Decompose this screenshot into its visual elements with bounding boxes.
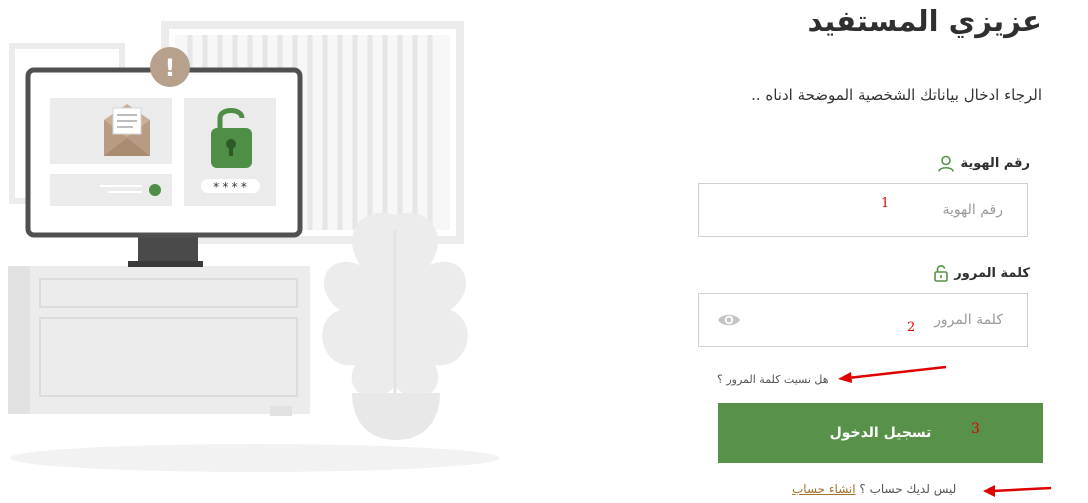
login-illustration: **** ! xyxy=(8,21,500,472)
register-prompt: ليس لديك حساب ؟ انشاء حساب xyxy=(792,482,956,496)
login-button-label: تسجيل الدخول xyxy=(829,425,932,441)
cabinet xyxy=(8,266,310,416)
annotation-arrow-register xyxy=(983,485,1052,497)
computer-monitor: **** xyxy=(25,67,303,267)
password-mask-text: **** xyxy=(213,180,250,194)
register-question: ليس لديك حساب ؟ xyxy=(859,482,957,496)
id-number-input[interactable] xyxy=(699,184,1027,236)
password-input-container xyxy=(698,293,1028,347)
password-field-label: كلمة المرور xyxy=(954,265,1030,281)
alert-badge: ! xyxy=(150,47,190,87)
unlock-icon xyxy=(934,264,949,282)
password-input[interactable] xyxy=(699,294,1027,346)
page-subtitle: الرجاء ادخال بياناتك الشخصية الموضحة ادن… xyxy=(751,86,1042,104)
annotation-step-3: 3 xyxy=(971,421,980,437)
id-input-container xyxy=(698,183,1028,237)
forgot-password-link[interactable]: هل نسيت كلمة المرور ؟ xyxy=(717,373,829,386)
create-account-link[interactable]: انشاء حساب xyxy=(792,482,856,496)
id-field-label: رقم الهوية xyxy=(960,155,1030,171)
annotation-step-1: 1 xyxy=(881,196,890,211)
alert-symbol: ! xyxy=(165,54,176,82)
floor-shadow xyxy=(10,444,500,472)
page-title: عزيزي المستفيد xyxy=(807,4,1042,38)
plant xyxy=(322,213,468,440)
annotation-step-2: 2 xyxy=(907,320,916,335)
annotation-arrow-forgot xyxy=(838,365,947,383)
id-field-label-row: رقم الهوية xyxy=(938,152,1030,174)
user-icon xyxy=(938,155,955,172)
login-button[interactable]: تسجيل الدخول xyxy=(718,403,1043,463)
password-field-label-row: كلمة المرور xyxy=(934,262,1030,284)
status-dot xyxy=(149,184,161,196)
eye-icon[interactable] xyxy=(717,310,741,330)
